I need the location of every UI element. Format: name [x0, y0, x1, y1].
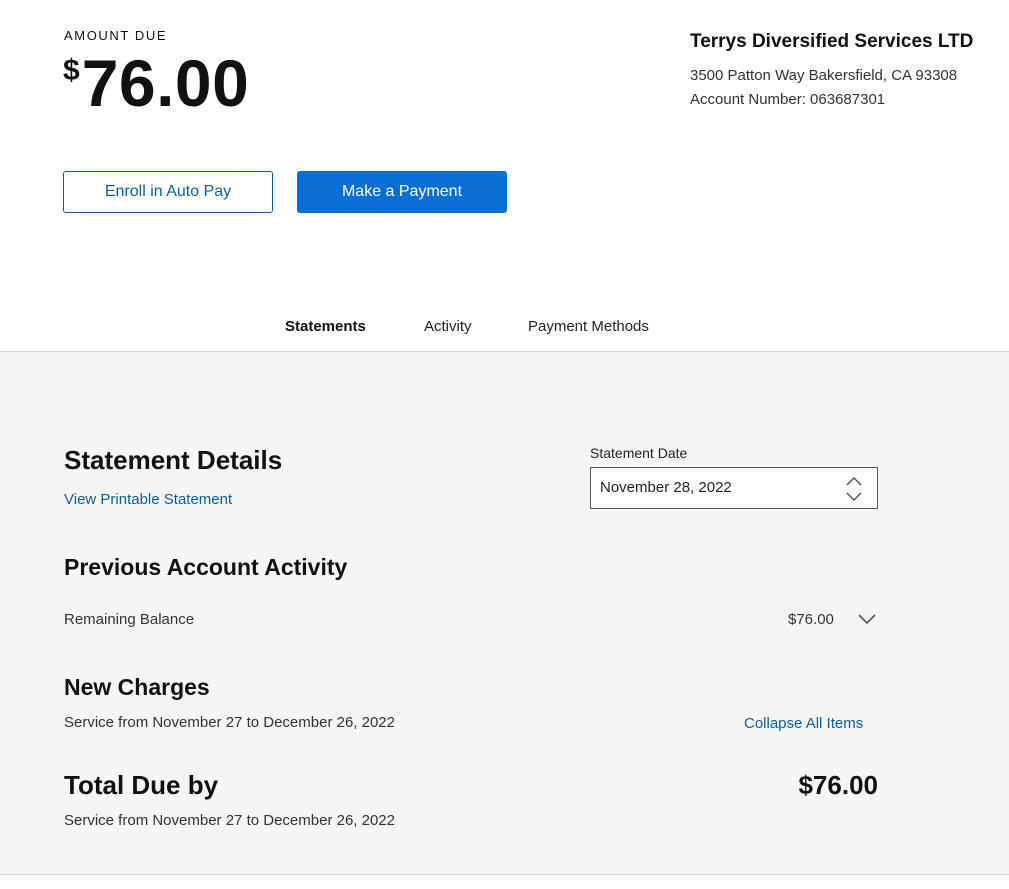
remaining-balance-amount: $76.00	[788, 611, 834, 628]
company-info: Terrys Diversified Services LTD 3500 Pat…	[690, 31, 1008, 112]
remaining-balance-label: Remaining Balance	[64, 611, 195, 628]
make-payment-button[interactable]: Make a Payment	[297, 171, 507, 213]
amount-due-value: 76.00	[81, 46, 250, 120]
company-name: Terrys Diversified Services LTD	[690, 31, 974, 52]
previous-activity-title: Previous Account Activity	[64, 554, 348, 580]
account-summary: AMOUNT DUE $ 76.00 Terrys Diversified Se…	[0, 0, 1009, 352]
company-address: 3500 Patton Way Bakersfield, CA 93308	[690, 67, 958, 84]
view-printable-statement-link[interactable]: View Printable Statement	[64, 491, 232, 508]
total-due-amount: $76.00	[798, 770, 878, 800]
statement-date-value: November 28, 2022	[600, 479, 732, 496]
total-due-title: Total Due by	[64, 770, 219, 800]
new-charges-title: New Charges	[64, 674, 210, 700]
tab-payment-methods[interactable]: Payment Methods	[528, 318, 649, 335]
statement-panel: Statement Details View Printable Stateme…	[0, 352, 1009, 875]
enroll-autopay-button[interactable]: Enroll in Auto Pay	[63, 171, 273, 213]
statement-date-label: Statement Date	[590, 445, 688, 461]
statement-date-select[interactable]: November 28, 2022	[590, 467, 878, 509]
new-charges-service-period: Service from November 27 to December 26,…	[64, 714, 395, 731]
tab-statements[interactable]: Statements	[285, 318, 366, 335]
chevron-down-icon[interactable]	[857, 612, 877, 626]
total-service-period: Service from November 27 to December 26,…	[64, 812, 395, 829]
collapse-all-items-link[interactable]: Collapse All Items	[744, 715, 863, 732]
amount-due-label: AMOUNT DUE	[64, 28, 168, 43]
tab-bar: Statements Activity Payment Methods	[0, 302, 1009, 352]
amount-due: $ 76.00	[63, 50, 249, 116]
account-number: Account Number: 063687301	[690, 91, 886, 108]
statement-details-title: Statement Details	[64, 445, 283, 475]
up-down-chevron-icon	[846, 476, 862, 502]
currency-symbol: $	[63, 54, 80, 87]
tab-activity[interactable]: Activity	[424, 318, 472, 335]
